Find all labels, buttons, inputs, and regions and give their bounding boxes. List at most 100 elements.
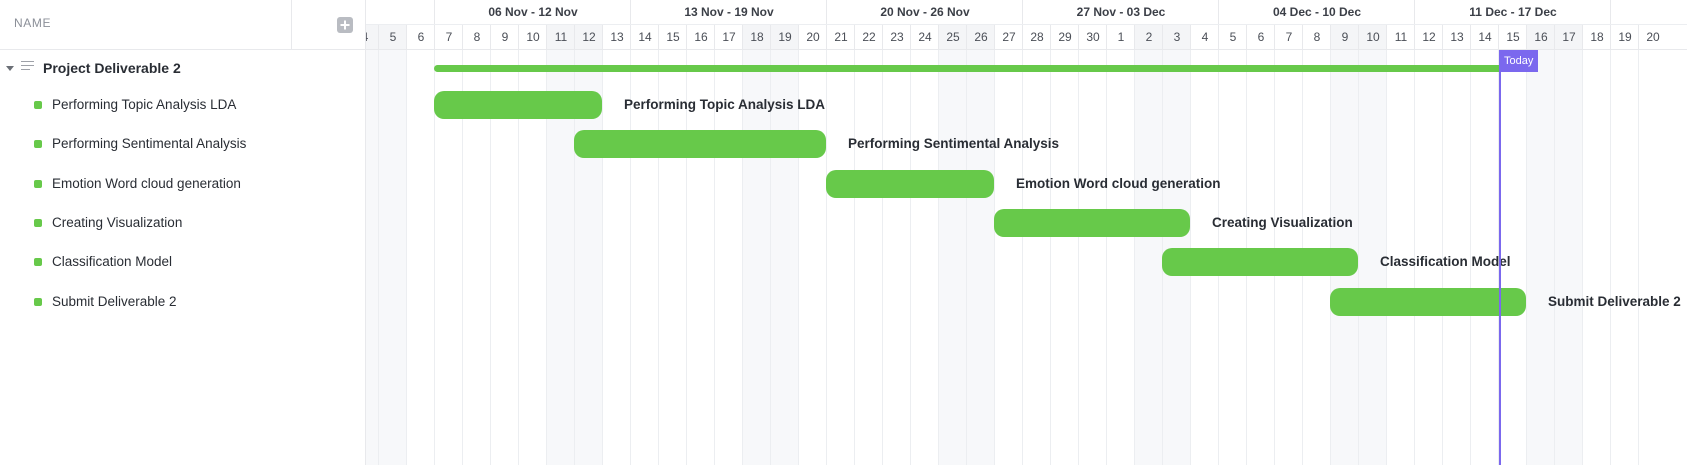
parent-summary-bar[interactable] — [434, 65, 1526, 72]
grid-column — [602, 50, 631, 465]
task-bar[interactable] — [434, 91, 602, 119]
task-label[interactable]: Creating Visualization — [52, 215, 182, 230]
grid-column — [826, 50, 855, 465]
day-cell: 18 — [742, 25, 771, 49]
name-column-header[interactable]: NAME — [14, 16, 51, 30]
grid-column — [658, 50, 687, 465]
day-cell: 25 — [938, 25, 967, 49]
day-cell: 5 — [378, 25, 407, 49]
day-cell: 11 — [546, 25, 575, 49]
day-cell: 8 — [1302, 25, 1331, 49]
day-cell: 11 — [1386, 25, 1415, 49]
day-cell: 19 — [1610, 25, 1639, 49]
grid-column — [630, 50, 659, 465]
today-badge[interactable]: Today — [1499, 50, 1539, 72]
week-label: 11 Dec - 17 Dec — [1414, 0, 1611, 24]
task-row[interactable]: Submit Deliverable 2 — [0, 284, 365, 320]
caret-down-icon[interactable] — [6, 66, 14, 71]
parent-task-row[interactable]: Project Deliverable 2 — [0, 51, 365, 87]
grid-column — [1554, 50, 1583, 465]
task-status-dot[interactable] — [34, 179, 42, 188]
day-cell: 10 — [518, 25, 547, 49]
day-cell: 16 — [1526, 25, 1555, 49]
task-bar[interactable] — [994, 208, 1190, 237]
day-cell: 12 — [574, 25, 603, 49]
day-cell: 10 — [1358, 25, 1387, 49]
task-label[interactable]: Submit Deliverable 2 — [52, 294, 177, 309]
task-list-panel: NAME Project Deliverable 2 Performing To… — [0, 0, 366, 465]
task-row[interactable]: Performing Topic Analysis LDA — [0, 87, 365, 123]
task-status-dot[interactable] — [34, 258, 42, 267]
grid-column — [1078, 50, 1107, 465]
task-label[interactable]: Emotion Word cloud generation — [52, 176, 241, 191]
task-status-dot[interactable] — [34, 218, 42, 227]
day-cell: 26 — [966, 25, 995, 49]
day-cell: 2 — [1134, 25, 1163, 49]
task-label[interactable]: Performing Sentimental Analysis — [52, 136, 246, 151]
day-cell: 6 — [406, 25, 435, 49]
day-cell: 16 — [686, 25, 715, 49]
grid-column — [714, 50, 743, 465]
task-label[interactable]: Performing Topic Analysis LDA — [52, 97, 236, 112]
day-cell: 3 — [1162, 25, 1191, 49]
day-cell: 4 — [1190, 25, 1219, 49]
task-row[interactable]: Creating Visualization — [0, 205, 365, 241]
parent-task-label[interactable]: Project Deliverable 2 — [43, 60, 181, 76]
day-cell: 27 — [994, 25, 1023, 49]
day-cell: 29 — [1050, 25, 1079, 49]
task-bar[interactable] — [574, 130, 826, 159]
day-cell: 28 — [1022, 25, 1051, 49]
week-header: 06 Nov - 12 Nov 13 Nov - 19 Nov 20 Nov - 2… — [365, 0, 1687, 25]
grid-column — [742, 50, 771, 465]
day-cell: 8 — [462, 25, 491, 49]
week-label: 13 Nov - 19 Nov — [630, 0, 827, 24]
week-label: 04 Dec - 10 Dec — [1218, 0, 1415, 24]
day-cell: 5 — [1218, 25, 1247, 49]
week-label: 27 Nov - 03 Dec — [1022, 0, 1219, 24]
task-label[interactable]: Classification Model — [52, 254, 172, 269]
task-row[interactable]: Emotion Word cloud generation — [0, 166, 365, 202]
column-divider[interactable] — [291, 0, 292, 49]
task-bar[interactable] — [826, 169, 994, 198]
task-row[interactable]: Classification Model — [0, 244, 365, 280]
grid-column — [854, 50, 883, 465]
grid-column — [686, 50, 715, 465]
grid-column — [1022, 50, 1051, 465]
day-cell: 7 — [1274, 25, 1303, 49]
day-cell: 24 — [910, 25, 939, 49]
day-cell: 18 — [1582, 25, 1611, 49]
grid-column — [1526, 50, 1555, 465]
day-cell: 13 — [1442, 25, 1471, 49]
grid-column — [1582, 50, 1611, 465]
task-bar-label: Emotion Word cloud generation — [1016, 175, 1221, 191]
task-bar-label: Submit Deliverable 2 — [1548, 293, 1681, 309]
day-cell: 15 — [658, 25, 687, 49]
day-cell: 6 — [1246, 25, 1275, 49]
task-status-dot[interactable] — [34, 297, 42, 306]
grid-column — [1106, 50, 1135, 465]
grid-column — [798, 50, 827, 465]
task-bar[interactable] — [1330, 287, 1526, 316]
task-status-dot[interactable] — [34, 101, 42, 109]
task-bar[interactable] — [1162, 248, 1358, 277]
grid-column — [770, 50, 799, 465]
add-column-icon[interactable] — [337, 17, 353, 33]
task-bar-label: Creating Visualization — [1212, 214, 1353, 230]
day-cell: 9 — [490, 25, 519, 49]
grid-column — [1134, 50, 1163, 465]
day-cell: 19 — [770, 25, 799, 49]
task-row[interactable]: Performing Sentimental Analysis — [0, 126, 365, 162]
day-header: 4567891011121314151617181920212223242526… — [365, 25, 1687, 50]
day-cell: 22 — [854, 25, 883, 49]
task-bar-label: Classification Model — [1380, 254, 1511, 270]
grid-column — [994, 50, 1023, 465]
day-cell: 7 — [434, 25, 463, 49]
grid-column — [1610, 50, 1639, 465]
task-bar-label: Performing Topic Analysis LDA — [624, 97, 826, 112]
task-status-dot[interactable] — [34, 140, 42, 149]
grid-column — [1050, 50, 1079, 465]
list-header: NAME — [0, 0, 365, 50]
today-marker — [1499, 50, 1501, 465]
day-cell: 12 — [1414, 25, 1443, 49]
day-cell: 20 — [798, 25, 827, 49]
